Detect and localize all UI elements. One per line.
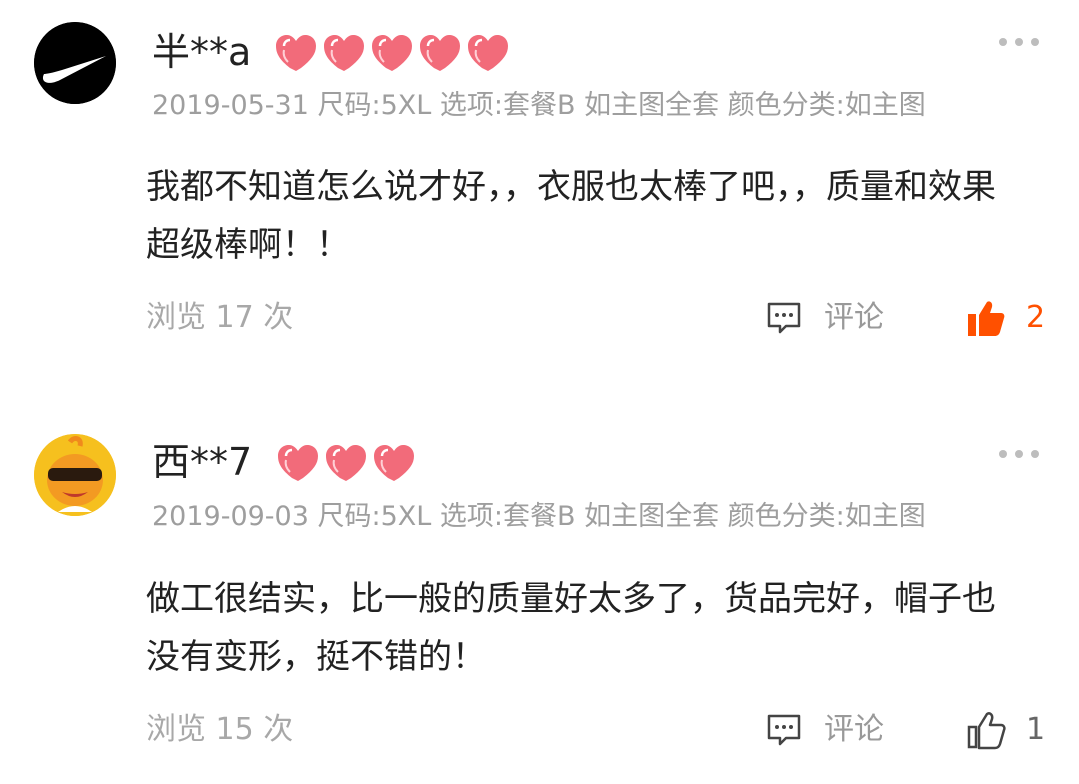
like-count: 1 (1026, 712, 1046, 747)
heart-icon (468, 35, 508, 71)
thumbs-up-icon (967, 712, 1006, 750)
review-content: 我都不知道怎么说才好，，衣服也太棒了吧，，质量和效果超级棒啊！！ (146, 167, 996, 265)
username: 半**a (152, 30, 252, 74)
like-count: 2 (1026, 300, 1046, 335)
nike-swoosh-icon (34, 22, 116, 104)
user-level-hearts (276, 442, 418, 482)
heart-icon (276, 35, 316, 71)
heart-icon (324, 35, 364, 71)
comment-button[interactable]: 评论 (766, 298, 884, 338)
cartoon-sunglasses-icon (34, 434, 116, 516)
user-level-hearts (274, 32, 512, 72)
view-count: 浏览 17 次 (146, 300, 294, 335)
heart-icon (326, 445, 366, 481)
comment-button[interactable]: 评论 (766, 710, 884, 750)
comment-label: 评论 (824, 300, 884, 335)
more-dot-icon (1031, 450, 1039, 458)
review-meta: 2019-05-31 尺码:5XL 选项:套餐B 如主图全套 颜色分类:如主图 (152, 90, 926, 121)
comment-label: 评论 (824, 712, 884, 747)
more-dot-icon (999, 38, 1007, 46)
avatar[interactable] (34, 22, 116, 104)
comment-icon (767, 302, 801, 334)
more-dot-icon (1031, 38, 1039, 46)
more-options-button[interactable] (999, 34, 1039, 50)
comment-icon (767, 714, 801, 746)
review-meta: 2019-09-03 尺码:5XL 选项:套餐B 如主图全套 颜色分类:如主图 (152, 501, 926, 532)
like-button[interactable]: 1 (966, 710, 1045, 750)
heart-icon (278, 445, 318, 481)
more-dot-icon (1015, 38, 1023, 46)
view-count: 浏览 15 次 (146, 712, 294, 747)
heart-icon (372, 35, 412, 71)
more-dot-icon (999, 450, 1007, 458)
heart-icon (420, 35, 460, 71)
like-button[interactable]: 2 (966, 298, 1045, 338)
avatar[interactable] (34, 434, 116, 516)
thumbs-up-icon (968, 301, 1005, 336)
more-dot-icon (1015, 450, 1023, 458)
heart-icon (374, 445, 414, 481)
more-options-button[interactable] (999, 446, 1039, 462)
review-content: 做工很结实，比一般的质量好太多了，货品完好，帽子也没有变形，挺不错的！ (146, 579, 996, 677)
username: 西**7 (152, 440, 253, 484)
